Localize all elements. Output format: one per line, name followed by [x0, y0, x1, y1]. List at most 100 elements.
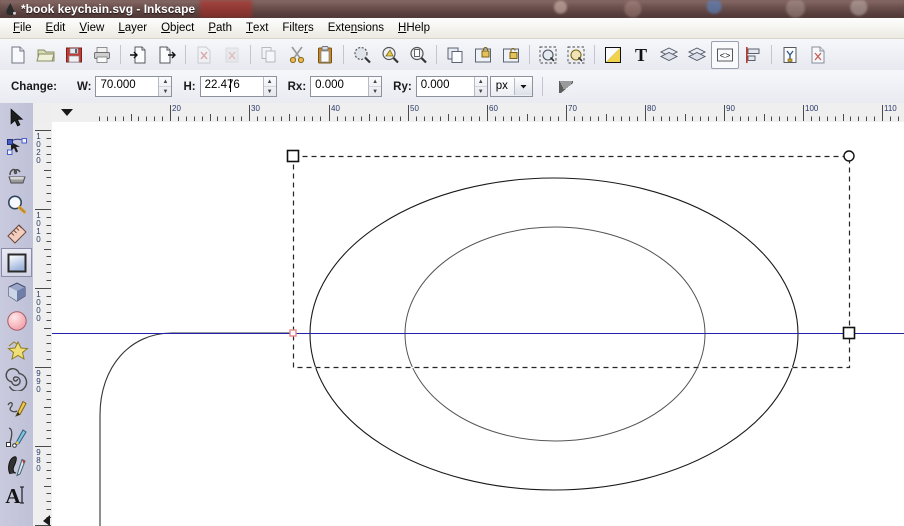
command-toolbar[interactable]: T <>: [0, 39, 904, 71]
vertical-ruler[interactable]: 102010101000990980970: [33, 122, 53, 526]
drawing-canvas[interactable]: [52, 122, 904, 526]
height-spinner[interactable]: ▲▼: [263, 77, 276, 96]
clone-icon[interactable]: [534, 41, 562, 69]
svg-text:T: T: [635, 45, 647, 65]
height-input[interactable]: [201, 77, 263, 94]
width-input[interactable]: [96, 77, 158, 94]
tool-box[interactable]: A: [0, 103, 34, 526]
menu-file-label: ile: [14, 22, 32, 34]
ruler-position-marker: [61, 108, 75, 117]
tool-controls-bar[interactable]: Change: W: ▲▼ H: ▲▼ Rx: ▲▼ Ry: ▲▼ px: [0, 70, 904, 104]
horizontal-ruler-label: 50: [410, 105, 419, 113]
unit-value: px: [491, 78, 514, 95]
star-tool[interactable]: [1, 335, 32, 364]
menu-view[interactable]: View: [72, 18, 111, 38]
menu-help[interactable]: HHelp: [391, 18, 437, 38]
document-properties-icon[interactable]: [804, 41, 832, 69]
box3d-tool[interactable]: [1, 277, 32, 306]
zoom-drawing-icon[interactable]: [376, 41, 404, 69]
zoom-page-icon[interactable]: [404, 41, 432, 69]
ungroup-icon[interactable]: [497, 41, 525, 69]
layers-icon[interactable]: [655, 41, 683, 69]
xml-editor-icon[interactable]: <>: [711, 41, 739, 69]
rx-label: Rx:: [288, 81, 307, 93]
rectangle-tool[interactable]: [1, 248, 32, 277]
horizontal-ruler-label: 110: [884, 105, 897, 113]
svg-text:<>: <>: [720, 50, 731, 60]
inkscape-window: *book keychain.svg - Inkscape File Edit …: [0, 0, 904, 526]
copy-icon[interactable]: [255, 41, 283, 69]
horizontal-ruler[interactable]: 2030405060708090100110120: [52, 103, 904, 123]
menu-path[interactable]: Path: [201, 18, 239, 38]
selection-handle-top-left[interactable]: [288, 151, 299, 162]
ry-field[interactable]: ▲▼: [416, 76, 488, 97]
calligraphy-tool[interactable]: [1, 451, 32, 480]
objects-panel-icon[interactable]: [683, 41, 711, 69]
new-document-icon[interactable]: [4, 41, 32, 69]
vertical-ruler-label: 1000: [34, 291, 43, 323]
spiral-tool[interactable]: [1, 364, 32, 393]
ry-input[interactable]: [417, 77, 474, 94]
menu-object[interactable]: Object: [154, 18, 201, 38]
open-document-icon[interactable]: [32, 41, 60, 69]
menu-extensions[interactable]: Extensions: [321, 18, 391, 38]
measure-tool[interactable]: [1, 219, 32, 248]
horizontal-ruler-label: 40: [331, 105, 340, 113]
selection-bbox: [294, 157, 850, 368]
node-tool[interactable]: [1, 132, 32, 161]
menu-bar[interactable]: File Edit View Layer Object Path Text Fi…: [0, 18, 904, 39]
menu-layer-label: ayer: [119, 22, 147, 34]
menu-edit[interactable]: Edit: [39, 18, 73, 38]
import-icon[interactable]: [125, 41, 153, 69]
menu-layer[interactable]: Layer: [111, 18, 154, 38]
duplicate-icon[interactable]: [441, 41, 469, 69]
chevron-down-icon[interactable]: [514, 78, 532, 95]
text-tool[interactable]: A: [1, 480, 32, 509]
bezier-tool[interactable]: [1, 422, 32, 451]
change-label: Change:: [11, 81, 57, 93]
undo-icon[interactable]: [190, 41, 218, 69]
make-corners-sharp-icon[interactable]: [552, 73, 580, 101]
save-document-icon[interactable]: [60, 41, 88, 69]
menu-filters[interactable]: Filters: [275, 18, 320, 38]
export-icon[interactable]: [153, 41, 181, 69]
fill-and-stroke-icon[interactable]: [599, 41, 627, 69]
selection-handle-top-right[interactable]: [844, 151, 854, 161]
pencil-tool[interactable]: [1, 393, 32, 422]
cut-icon[interactable]: [283, 41, 311, 69]
tweak-tool[interactable]: [1, 161, 32, 190]
title-bar-highlight: [200, 0, 252, 18]
height-field[interactable]: ▲▼: [200, 76, 277, 97]
align-and-distribute-icon[interactable]: [739, 41, 767, 69]
width-field[interactable]: ▲▼: [95, 76, 172, 97]
menu-path-label: ath: [209, 22, 232, 34]
redo-icon[interactable]: [218, 41, 246, 69]
rx-spinner[interactable]: ▲▼: [368, 77, 381, 96]
menu-text[interactable]: Text: [239, 18, 275, 38]
horizontal-ruler-label: 70: [568, 105, 577, 113]
selection-handle-mid-left[interactable]: [290, 330, 296, 336]
ry-label: Ry:: [393, 81, 412, 93]
paste-icon[interactable]: [311, 41, 339, 69]
rx-field[interactable]: ▲▼: [310, 76, 382, 97]
rounded-rectangle: [100, 333, 293, 526]
width-spinner[interactable]: ▲▼: [158, 77, 171, 96]
zoom-selection-icon[interactable]: [348, 41, 376, 69]
selector-tool[interactable]: [1, 103, 32, 132]
text-and-font-icon[interactable]: T: [627, 41, 655, 69]
menu-help-label: Help: [398, 22, 430, 34]
selection-handle-mid-right[interactable]: [844, 328, 855, 339]
ellipse-tool[interactable]: [1, 306, 32, 335]
ry-spinner[interactable]: ▲▼: [474, 77, 487, 96]
group-icon[interactable]: [469, 41, 497, 69]
zoom-tool[interactable]: [1, 190, 32, 219]
menu-file[interactable]: File: [6, 18, 39, 38]
unlink-clone-icon[interactable]: [562, 41, 590, 69]
vertical-ruler-label: 980: [34, 449, 43, 473]
rx-input[interactable]: [311, 77, 368, 94]
preferences-icon[interactable]: [776, 41, 804, 69]
print-document-icon[interactable]: [88, 41, 116, 69]
horizontal-ruler-label: 20: [172, 105, 181, 113]
unit-select[interactable]: px: [490, 76, 533, 97]
menu-filters-label: Filters: [282, 22, 313, 34]
